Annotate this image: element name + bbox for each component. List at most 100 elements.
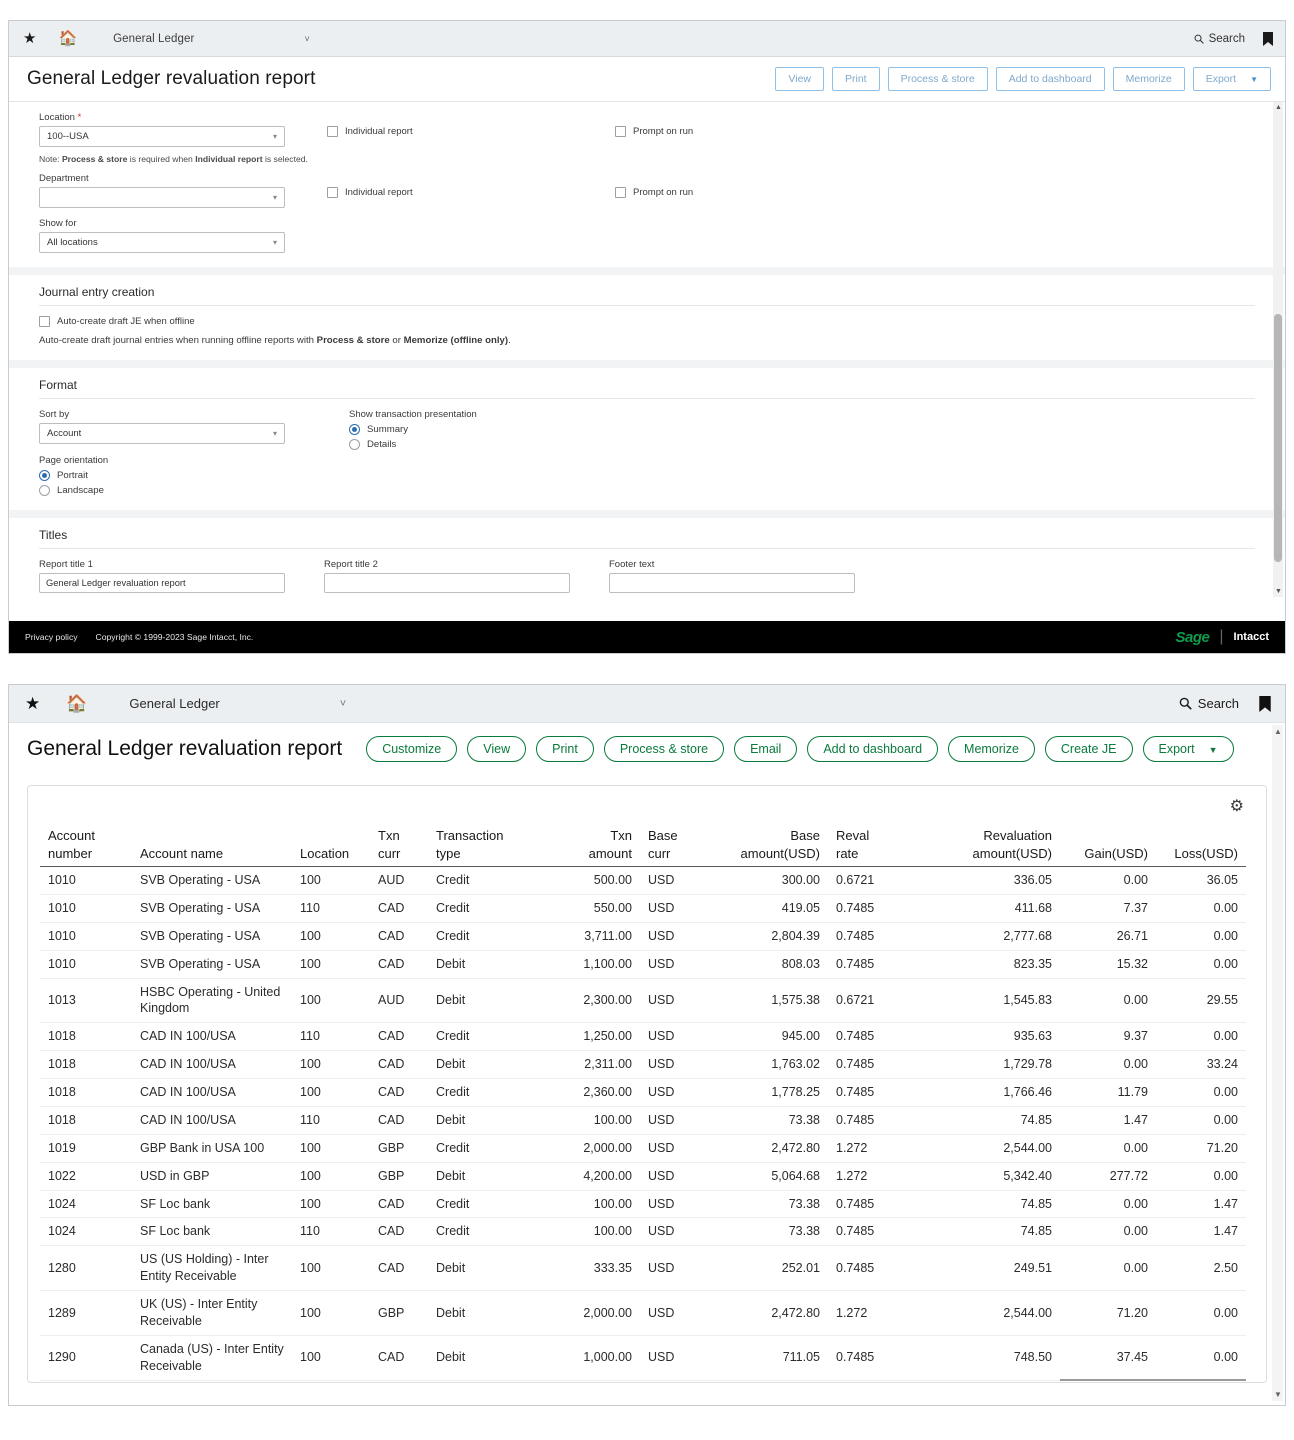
col-account-number[interactable]: Accountnumber	[40, 824, 132, 867]
export-button[interactable]: Export▼	[1193, 67, 1271, 91]
scroll-down-arrow-icon[interactable]: ▼	[1275, 588, 1282, 595]
table-row[interactable]: 1010SVB Operating - USA100AUDCredit500.0…	[40, 867, 1246, 895]
search-label: Search	[1209, 33, 1245, 45]
search-button[interactable]: Search	[1194, 33, 1245, 45]
col-location[interactable]: Location	[292, 824, 370, 867]
cell-gain_usd: 277.72	[1060, 1162, 1156, 1190]
star-icon[interactable]: ★	[23, 31, 36, 46]
memorize-button[interactable]: Memorize	[1113, 67, 1185, 91]
email-button[interactable]: Email	[734, 736, 797, 762]
table-row[interactable]: 1018CAD IN 100/USA100CADCredit2,360.00US…	[40, 1079, 1246, 1107]
table-row[interactable]: 1290Canada (US) - Inter Entity Receivabl…	[40, 1335, 1246, 1380]
cell-base_curr: USD	[640, 922, 698, 950]
orientation-radio-portrait[interactable]: Portrait	[39, 470, 349, 481]
col-base-curr[interactable]: Basecurr	[640, 824, 698, 867]
location-prompt-checkbox[interactable]: Prompt on run	[615, 126, 693, 137]
cell-txn_curr: CAD	[370, 1023, 428, 1051]
table-row[interactable]: 1010SVB Operating - USA100CADCredit3,711…	[40, 922, 1246, 950]
table-row[interactable]: 1022USD in GBP100GBPDebit4,200.00USD5,06…	[40, 1162, 1246, 1190]
privacy-policy-link[interactable]: Privacy policy	[25, 632, 78, 642]
table-row[interactable]: 1289UK (US) - Inter Entity Receivable100…	[40, 1291, 1246, 1336]
table-row[interactable]: 1010SVB Operating - USA100CADDebit1,100.…	[40, 950, 1246, 978]
cell-account_number: 1010	[40, 894, 132, 922]
col-transaction-type[interactable]: Transactiontype	[428, 824, 540, 867]
table-row[interactable]: 1010SVB Operating - USA110CADCredit550.0…	[40, 894, 1246, 922]
panel1-scrollbar[interactable]: ▲ ▼	[1273, 102, 1283, 597]
table-row[interactable]: 1280US (US Holding) - Inter Entity Recei…	[40, 1246, 1246, 1291]
search-button[interactable]: Search	[1179, 696, 1239, 711]
col-loss-usd[interactable]: Loss(USD)	[1156, 824, 1246, 867]
department-individual-checkbox[interactable]: Individual report	[327, 187, 615, 198]
scroll-up-arrow-icon[interactable]: ▲	[1274, 727, 1282, 736]
scroll-down-arrow-icon[interactable]: ▼	[1274, 1390, 1282, 1399]
location-individual-checkbox[interactable]: Individual report	[327, 126, 615, 137]
col-txn-amount[interactable]: Txnamount	[540, 824, 640, 867]
cell-transaction_type: Credit	[428, 1023, 540, 1051]
location-label-text: Location	[39, 112, 75, 123]
star-icon[interactable]: ★	[25, 695, 40, 712]
table-row[interactable]: 1018CAD IN 100/USA100CADDebit2,311.00USD…	[40, 1051, 1246, 1079]
cell-revaluation_amount_usd: 74.85	[920, 1190, 1060, 1218]
scrollbar-thumb[interactable]	[1274, 314, 1282, 562]
col-gain-usd[interactable]: Gain(USD)	[1060, 824, 1156, 867]
home-icon[interactable]: 🏠	[58, 31, 77, 46]
table-row[interactable]: 1013HSBC Operating - United Kingdom100AU…	[40, 978, 1246, 1023]
cell-txn_curr: CAD	[370, 922, 428, 950]
report-title-1-input[interactable]: General Ledger revaluation report	[39, 573, 285, 593]
nav-module-label[interactable]: General Ledger	[113, 33, 194, 45]
col-base-amount-usd[interactable]: Baseamount(USD)	[698, 824, 828, 867]
chevron-down-icon[interactable]: ˅	[340, 698, 346, 710]
table-row[interactable]: 1018CAD IN 100/USA110CADCredit1,250.00US…	[40, 1023, 1246, 1051]
table-row[interactable]: 1019GBP Bank in USA 100100GBPCredit2,000…	[40, 1134, 1246, 1162]
export-button[interactable]: Export▼	[1143, 736, 1234, 762]
showfor-select[interactable]: All locations ▾	[39, 232, 285, 253]
sortby-select[interactable]: Account ▾	[39, 423, 285, 444]
auto-create-je-checkbox[interactable]: Auto-create draft JE when offline	[39, 316, 1255, 327]
table-head: Accountnumber Account name Location Txnc…	[40, 824, 1246, 867]
memorize-button[interactable]: Memorize	[948, 736, 1035, 762]
add-to-dashboard-button[interactable]: Add to dashboard	[807, 736, 938, 762]
view-button[interactable]: View	[775, 67, 824, 91]
presentation-radio-summary[interactable]: Summary	[349, 424, 477, 435]
table-row[interactable]: 1024SF Loc bank100CADCredit100.00USD73.3…	[40, 1190, 1246, 1218]
print-button[interactable]: Print	[832, 67, 880, 91]
process-store-button[interactable]: Process & store	[888, 67, 988, 91]
customize-button[interactable]: Customize	[366, 736, 457, 762]
cell-reval_rate: 0.7485	[828, 1218, 920, 1246]
table-row[interactable]: 1018CAD IN 100/USA110CADDebit100.00USD73…	[40, 1106, 1246, 1134]
page-orientation-label: Page orientation	[39, 455, 349, 466]
bookmark-icon[interactable]	[1259, 696, 1271, 712]
col-revaluation-amount-usd[interactable]: Revaluationamount(USD)	[920, 824, 1060, 867]
cell-gain_usd: 15.32	[1060, 950, 1156, 978]
chevron-down-icon: ▼	[1250, 75, 1258, 84]
cell-gain_usd: 0.00	[1060, 867, 1156, 895]
col-reval-rate[interactable]: Revalrate	[828, 824, 920, 867]
home-icon[interactable]: 🏠	[66, 695, 87, 712]
chevron-down-icon[interactable]: ˅	[304, 34, 309, 44]
presentation-radio-details[interactable]: Details	[349, 439, 477, 450]
panel1-nav-right: Search	[1194, 21, 1273, 57]
nav-module-label[interactable]: General Ledger	[129, 696, 219, 711]
orientation-radio-landscape[interactable]: Landscape	[39, 485, 349, 496]
gear-icon[interactable]: ⚙	[1230, 796, 1244, 816]
footer-text-input[interactable]	[609, 573, 855, 593]
location-select[interactable]: 100--USA ▾	[39, 126, 285, 147]
panel2-scrollbar[interactable]: ▲ ▼	[1272, 725, 1283, 1401]
add-to-dashboard-button[interactable]: Add to dashboard	[996, 67, 1105, 91]
process-store-button[interactable]: Process & store	[604, 736, 724, 762]
cell-txn_curr: CAD	[370, 1051, 428, 1079]
department-select[interactable]: ▾	[39, 187, 285, 208]
create-je-button[interactable]: Create JE	[1045, 736, 1133, 762]
scroll-up-arrow-icon[interactable]: ▲	[1275, 104, 1282, 111]
bookmark-icon[interactable]	[1263, 32, 1273, 46]
cell-loss_usd: 29.55	[1156, 978, 1246, 1023]
report-title-2-input[interactable]	[324, 573, 570, 593]
col-account-name[interactable]: Account name	[132, 824, 292, 867]
view-button[interactable]: View	[467, 736, 526, 762]
print-button[interactable]: Print	[536, 736, 594, 762]
cell-transaction_type: Credit	[428, 1079, 540, 1107]
cell-txn_amount: 1,000.00	[540, 1335, 640, 1380]
department-prompt-checkbox[interactable]: Prompt on run	[615, 187, 693, 198]
table-row[interactable]: 1024SF Loc bank110CADCredit100.00USD73.3…	[40, 1218, 1246, 1246]
col-txn-curr[interactable]: Txncurr	[370, 824, 428, 867]
